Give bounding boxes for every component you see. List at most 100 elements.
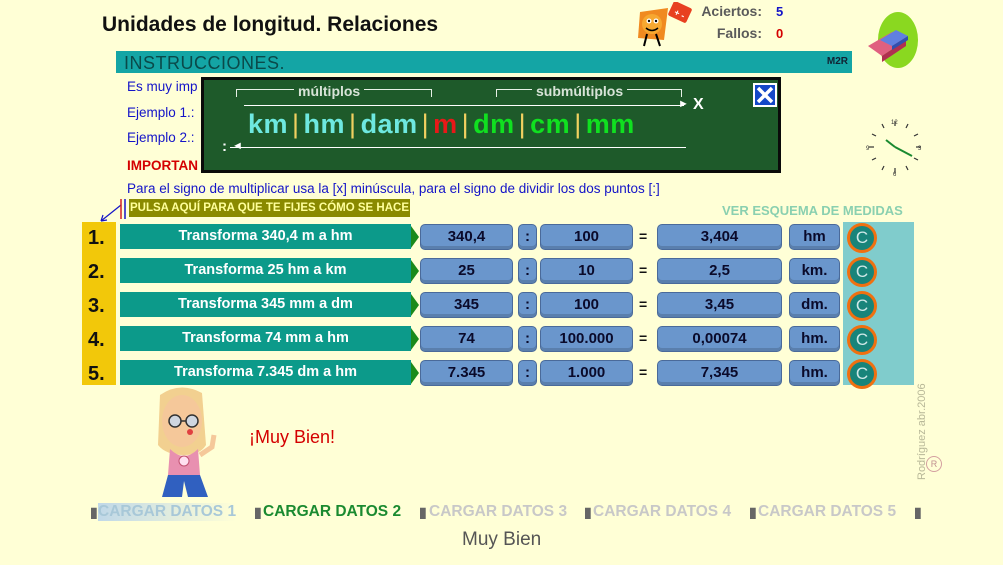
load-data-1-button[interactable]: CARGAR DATOS 1 (98, 503, 237, 521)
operator-field[interactable]: : (518, 292, 537, 318)
exercise-number: 4. (88, 329, 105, 351)
multiply-arrow-line (244, 105, 684, 106)
exercise-prompt: Transforma 345 mm a dm (120, 292, 411, 317)
unit-input[interactable]: hm. (789, 326, 840, 352)
exercise-row: 2. Transforma 25 hm a km 25:10 2,5 km. = C (0, 256, 1003, 290)
value-input[interactable]: 345 (420, 292, 513, 318)
girl-character-icon (158, 387, 217, 497)
prompt-arrow-icon (411, 226, 419, 248)
unit-mm: mm (585, 109, 635, 139)
close-icon[interactable] (753, 83, 777, 107)
svg-text:12: 12 (891, 120, 898, 126)
operator-field[interactable]: : (518, 224, 537, 250)
fallos-value: 0 (776, 26, 784, 41)
unit-input[interactable]: hm. (789, 360, 840, 386)
equals-sign: = (639, 364, 648, 380)
result-input[interactable]: 3,45 (657, 292, 782, 318)
unit-input[interactable]: dm. (789, 292, 840, 318)
exercise-number: 3. (88, 295, 105, 317)
aciertos-label: Aciertos: (701, 3, 762, 19)
aciertos-value: 5 (776, 4, 784, 19)
equals-sign: = (639, 228, 648, 244)
unit-separator: | (461, 109, 470, 139)
value-input[interactable]: 74 (420, 326, 513, 352)
factor-input[interactable]: 100 (540, 292, 633, 318)
load-data-4-button[interactable]: CARGAR DATOS 4 (593, 503, 731, 521)
equals-sign: = (639, 296, 648, 312)
unit-input[interactable]: hm (789, 224, 840, 250)
page-title: Unidades de longitud. Relaciones (102, 13, 439, 36)
prompt-arrow-icon (411, 362, 419, 384)
result-input[interactable]: 0,00074 (657, 326, 782, 352)
clock-icon: 12 3 6 9 (866, 120, 922, 176)
load-separator-icon: ▮ (254, 504, 262, 520)
unit-dam: dam (360, 109, 418, 139)
multiples-label: múltiplos (294, 83, 365, 99)
tip-marker-icon (120, 199, 126, 219)
prompt-arrow-icon (411, 260, 419, 282)
exercise-row: 4. Transforma 74 mm a hm 74:100.000 0,00074… (0, 324, 1003, 358)
unit-separator: | (518, 109, 527, 139)
instruction-line-2: Ejemplo 1.: (127, 105, 195, 120)
divide-sign: : (222, 138, 227, 155)
unit-km: km (248, 109, 289, 139)
svg-text:3: 3 (918, 146, 922, 152)
instructions-title: INSTRUCCIONES. (124, 53, 286, 73)
multiply-sign: X (693, 96, 704, 113)
factor-input[interactable]: 100 (540, 224, 633, 250)
load-separator-icon: ▮ (90, 504, 98, 520)
value-input[interactable]: 25 (420, 258, 513, 284)
eraser-icon[interactable] (862, 10, 922, 68)
equals-sign: = (639, 262, 648, 278)
load-separator-icon: ▮ (749, 504, 757, 520)
units-scheme-board: múltiplos submúltiplos ► X km | hm | dam | m | d… (201, 77, 781, 173)
unit-input[interactable]: km. (789, 258, 840, 284)
exercise-prompt: Transforma 340,4 m a hm (120, 224, 411, 249)
exercise-prompt: Transforma 74 mm a hm (120, 326, 411, 351)
check-button[interactable]: C (847, 291, 877, 321)
load-separator-icon: ▮ (914, 504, 922, 520)
operator-field[interactable]: : (518, 326, 537, 352)
prompt-arrow-icon (411, 328, 419, 350)
result-input[interactable]: 7,345 (657, 360, 782, 386)
exercise-prompt: Transforma 7.345 dm a hm (120, 360, 411, 385)
unit-m: m (433, 109, 458, 139)
load-data-5-button[interactable]: CARGAR DATOS 5 (758, 503, 896, 521)
exercise-number: 5. (88, 363, 105, 385)
unit-cm: cm (530, 109, 571, 139)
left-arrow-icon: ◄ (232, 140, 243, 152)
instruction-line-3: Ejemplo 2.: (127, 130, 195, 145)
exercise-row: 3. Transforma 345 mm a dm 345:100 3,45 dm. = C (0, 290, 1003, 324)
unit-separator: | (292, 109, 300, 139)
prompt-arrow-icon (411, 294, 419, 316)
copyright-text: Rodríguez abr.2006 (916, 383, 928, 480)
load-separator-icon: ▮ (584, 504, 592, 520)
value-input[interactable]: 340,4 (420, 224, 513, 250)
check-button[interactable]: C (847, 359, 877, 389)
result-input[interactable]: 3,404 (657, 224, 782, 250)
factor-input[interactable]: 1.000 (540, 360, 633, 386)
fallos-label: Fallos: (716, 25, 762, 41)
load-data-3-button[interactable]: CARGAR DATOS 3 (429, 503, 567, 521)
m2r-badge: M2R (826, 56, 848, 67)
right-arrow-icon: ► (678, 98, 689, 110)
load-data-2-button[interactable]: CARGAR DATOS 2 (263, 503, 401, 521)
instruction-line-1: Es muy imp (127, 79, 198, 94)
units-row: km | hm | dam | m | dm | cm | mm (248, 109, 635, 140)
scheme-link[interactable]: VER ESQUEMA DE MEDIDAS (722, 203, 903, 218)
operator-field[interactable]: : (518, 360, 537, 386)
load-separator-icon: ▮ (419, 504, 427, 520)
copyright-icon: R (926, 456, 942, 472)
check-button[interactable]: C (847, 257, 877, 287)
check-button[interactable]: C (847, 325, 877, 355)
operator-field[interactable]: : (518, 258, 537, 284)
check-button[interactable]: C (847, 223, 877, 253)
factor-input[interactable]: 10 (540, 258, 633, 284)
factor-input[interactable]: 100.000 (540, 326, 633, 352)
value-input[interactable]: 7.345 (420, 360, 513, 386)
unit-separator: | (349, 109, 357, 139)
load-data-bar: ▮ CARGAR DATOS 1 ▮ CARGAR DATOS 2 ▮ CARG… (90, 503, 922, 523)
how-to-button[interactable]: PULSA AQUÍ PARA QUE TE FIJES CÓMO SE HAC… (129, 199, 410, 217)
result-input[interactable]: 2,5 (657, 258, 782, 284)
submultiples-label: submúltiplos (532, 83, 628, 99)
